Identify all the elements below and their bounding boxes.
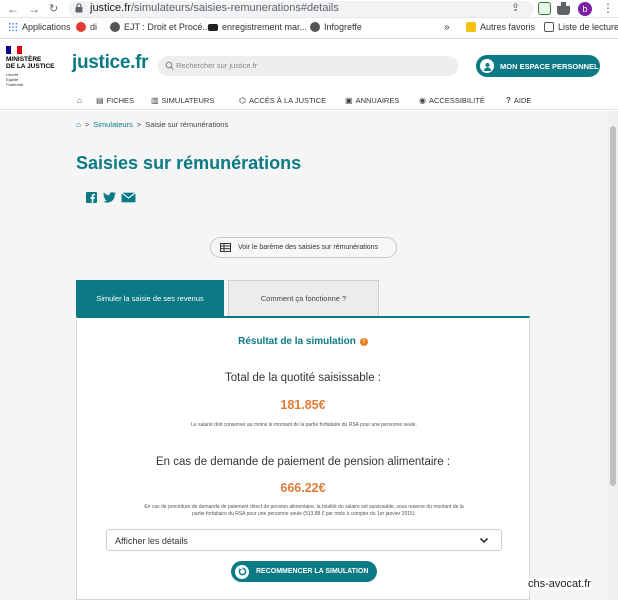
home-icon: ⌂ bbox=[77, 96, 82, 105]
scrollbar-thumb[interactable] bbox=[610, 126, 616, 486]
justice-fr-logo[interactable]: justice.fr bbox=[72, 52, 149, 74]
eye-icon: ◉ bbox=[419, 96, 426, 105]
pension-note-line1: En cas de procédure de demande de paieme… bbox=[144, 504, 464, 510]
devise: Liberté Égalité Fraternité bbox=[6, 72, 24, 87]
nav-accessibilite[interactable]: ◉ ACCESSIBILITÉ bbox=[419, 96, 485, 105]
page-title: Saisies sur rémunérations bbox=[76, 153, 302, 173]
breadcrumb-simulateurs[interactable]: Simulateurs bbox=[93, 120, 133, 129]
help-icon: ? bbox=[506, 96, 511, 105]
forward-icon[interactable]: → bbox=[28, 2, 40, 16]
pension-note-line2: partie forfaitaire du RSA pour une perso… bbox=[192, 511, 416, 517]
site-header: MINISTÈRE DE LA JUSTICE Liberté Égalité … bbox=[0, 40, 618, 92]
nav-annuaires[interactable]: ▣ ANNUAIRES bbox=[345, 96, 399, 105]
bookmark-enregistrement[interactable]: enregistrement mar... bbox=[208, 22, 307, 32]
breadcrumb: ⌂ > Simulateurs > Saisie sur rémunératio… bbox=[76, 120, 228, 129]
nav-acces-justice[interactable]: ⌬ ACCÈS À LA JUSTICE bbox=[239, 96, 326, 105]
total-amount: 181.85€ bbox=[280, 398, 326, 412]
book-icon: ▣ bbox=[345, 96, 353, 105]
nav-simulateurs[interactable]: ▥ SIMULATEURS bbox=[151, 96, 214, 105]
reload-icon[interactable]: ↻ bbox=[49, 2, 58, 15]
facebook-icon[interactable] bbox=[85, 192, 98, 203]
bareme-button[interactable]: Voir le barème des saisies sur rémunérat… bbox=[210, 237, 397, 258]
breadcrumb-separator: > bbox=[136, 120, 142, 129]
courthouse-icon: ⌬ bbox=[239, 96, 246, 105]
globe-icon bbox=[310, 22, 320, 32]
nav-home[interactable]: ⌂ bbox=[77, 96, 82, 105]
back-icon[interactable]: ← bbox=[7, 2, 19, 16]
user-icon bbox=[480, 59, 494, 73]
puzzle-icon[interactable] bbox=[557, 2, 570, 15]
menu-kebab-icon[interactable]: ⋮ bbox=[602, 1, 614, 15]
bookmark-applications[interactable]: Applications bbox=[8, 22, 71, 32]
bookmark-di[interactable]: di bbox=[76, 22, 97, 32]
watermark: chs-avocat.fr bbox=[528, 578, 591, 590]
tomato-icon bbox=[76, 22, 86, 32]
globe-icon bbox=[110, 22, 120, 32]
pension-label: En cas de demande de paiement de pension… bbox=[155, 456, 451, 468]
tab-simuler[interactable]: Simuler la saisie de ses revenus bbox=[76, 280, 224, 316]
ministere-line1: MINISTÈRE bbox=[6, 56, 42, 63]
address-bar[interactable]: justice.fr/simulateurs/saisies-remunerat… bbox=[68, 1, 534, 17]
search-input[interactable]: Rechercher sur justice.fr bbox=[158, 56, 458, 76]
ministere-logo[interactable]: MINISTÈRE DE LA JUSTICE Liberté Égalité … bbox=[6, 46, 62, 87]
folder-icon bbox=[466, 22, 476, 32]
info-icon[interactable]: ! bbox=[359, 338, 368, 346]
twitter-icon[interactable] bbox=[103, 192, 116, 203]
mon-espace-button[interactable]: MON ESPACE PERSONNEL bbox=[476, 55, 600, 77]
main-navigation: ⌂ ▤ FICHES ▥ SIMULATEURS ⌬ ACCÈS À LA JUSTI… bbox=[0, 92, 618, 110]
bookmarks-bar: Applications di EJT : Droit et Procé... … bbox=[0, 19, 618, 39]
bookmarks-overflow[interactable]: » bbox=[444, 22, 450, 33]
search-icon bbox=[165, 61, 174, 70]
breadcrumb-current: Saisie sur rémunérations bbox=[145, 120, 229, 129]
chart-icon: ▥ bbox=[151, 96, 159, 105]
share-page-icon[interactable]: ⇪ bbox=[511, 1, 520, 14]
ministere-line2: DE LA JUSTICE bbox=[6, 63, 55, 70]
url-text: justice.fr/simulateurs/saisies-remunerat… bbox=[90, 2, 339, 14]
extension-icon[interactable] bbox=[538, 2, 551, 15]
nav-fiches[interactable]: ▤ FICHES bbox=[96, 96, 134, 105]
total-note: Le salarié doit conserver au moins le mo… bbox=[191, 422, 417, 428]
document-icon: ▤ bbox=[96, 96, 104, 105]
table-icon bbox=[220, 243, 231, 252]
bookmark-autres-favoris[interactable]: Autres favoris bbox=[466, 22, 535, 32]
reading-list-icon bbox=[544, 22, 554, 32]
tab-comment-ca-fonctionne[interactable]: Comment ça fonctionne ? bbox=[228, 280, 379, 316]
lock-icon bbox=[75, 3, 83, 13]
restart-simulation-button[interactable]: RECOMMENCER LA SIMULATION bbox=[231, 561, 377, 582]
bookmark-liste-lecture[interactable]: Liste de lecture bbox=[544, 22, 618, 32]
chevron-down-icon bbox=[479, 537, 489, 544]
apps-grid-icon bbox=[8, 22, 18, 32]
bookmark-infogreffe[interactable]: Infogreffe bbox=[310, 22, 362, 32]
home-icon[interactable]: ⌂ bbox=[76, 120, 81, 129]
browser-toolbar: ← → ↻ justice.fr/simulateurs/saisies-rem… bbox=[0, 0, 618, 18]
inpi-icon bbox=[208, 23, 218, 31]
nav-aide[interactable]: ? AIDE bbox=[506, 96, 531, 105]
bookmark-ejt[interactable]: EJT : Droit et Procé... bbox=[110, 22, 210, 32]
breadcrumb-separator: > bbox=[84, 120, 90, 129]
result-title: Résultat de la simulation! bbox=[77, 336, 529, 347]
pension-amount: 666.22€ bbox=[280, 481, 326, 495]
total-label: Total de la quotité saisissable : bbox=[225, 372, 381, 384]
restart-icon bbox=[235, 564, 249, 579]
result-panel: Résultat de la simulation! Total de la q… bbox=[76, 316, 530, 600]
search-placeholder: Rechercher sur justice.fr bbox=[176, 61, 258, 70]
afficher-details-toggle[interactable]: Afficher les détails bbox=[106, 529, 502, 551]
email-icon[interactable] bbox=[121, 192, 136, 203]
flag-icon bbox=[6, 46, 22, 54]
profile-avatar[interactable]: b bbox=[578, 2, 592, 16]
